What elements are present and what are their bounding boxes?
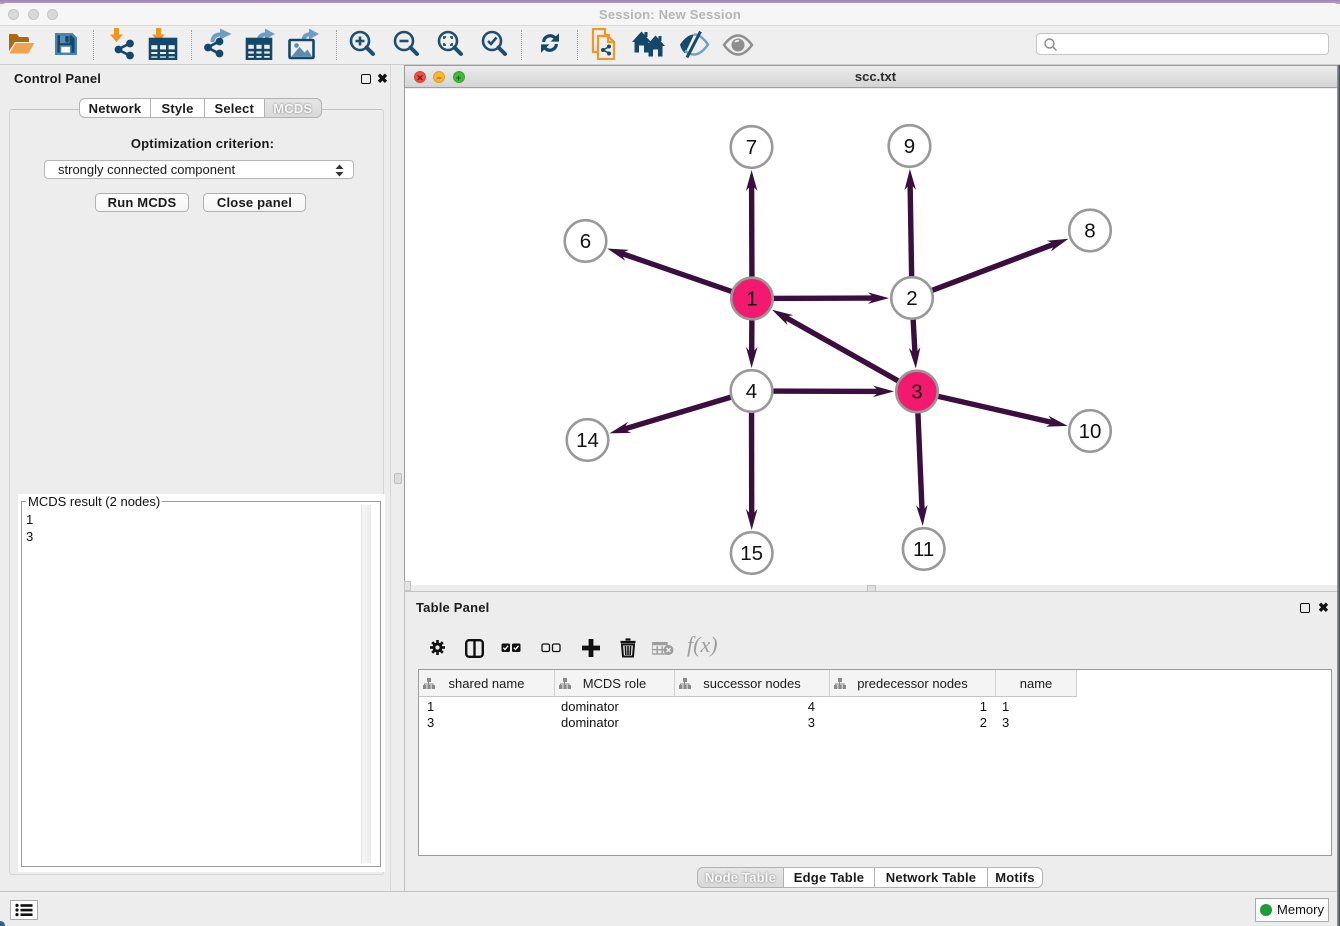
svg-text:8: 8	[1084, 220, 1095, 243]
svg-text:6: 6	[580, 230, 591, 253]
svg-text:15: 15	[740, 542, 763, 565]
svg-text:2: 2	[906, 287, 917, 310]
svg-text:14: 14	[576, 429, 599, 452]
svg-text:7: 7	[746, 136, 757, 159]
svg-text:1: 1	[746, 288, 757, 311]
svg-text:9: 9	[904, 135, 915, 158]
svg-text:11: 11	[913, 538, 934, 561]
svg-text:3: 3	[911, 381, 922, 404]
svg-text:10: 10	[1079, 420, 1102, 443]
svg-text:4: 4	[746, 380, 757, 403]
